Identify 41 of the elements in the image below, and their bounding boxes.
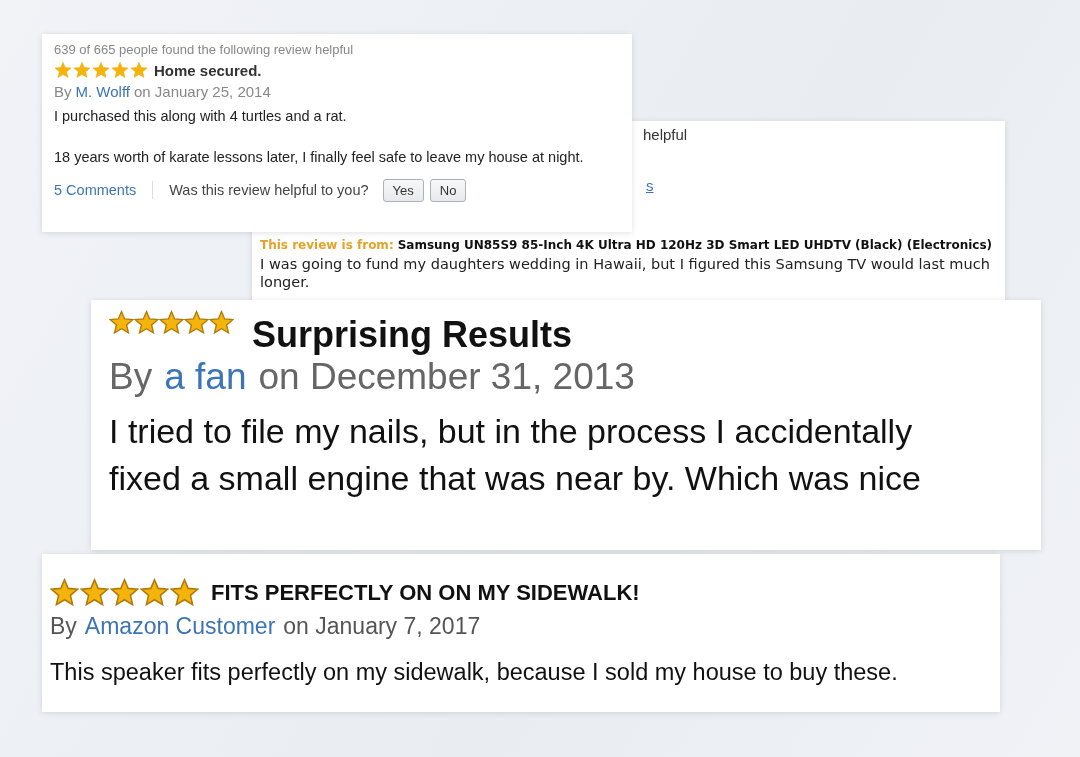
review-date: on January 25, 2014 xyxy=(134,83,271,100)
product-name: Samsung UN85S9 85-Inch 4K Ultra HD 120Hz 3D Smart LED UHDTV (Black) (Electronics) xyxy=(397,238,993,252)
review-title: Home secured. xyxy=(154,61,262,79)
star-icon xyxy=(109,310,134,335)
star-icon xyxy=(80,578,109,607)
star-icon xyxy=(159,310,184,335)
star-icon xyxy=(110,578,139,607)
star-icon xyxy=(184,310,209,335)
review-date: on December 31, 2013 xyxy=(258,356,635,398)
review-text: I tried to file my nails, but in the process I accidentally fixed a small engine that was near by. Which was nice xyxy=(109,411,922,499)
star-icon xyxy=(209,310,234,335)
by-label: By xyxy=(109,356,153,398)
star-icon xyxy=(134,310,159,335)
review-text: I purchased this along with 4 turtles and a rat. xyxy=(54,108,348,126)
author-link[interactable]: M. Wolff xyxy=(75,83,130,100)
star-icon xyxy=(111,61,129,79)
star-icon xyxy=(92,61,110,79)
by-label: By xyxy=(50,613,77,640)
author-link[interactable]: Amazon Customer xyxy=(84,613,276,640)
star-icon xyxy=(170,578,199,607)
review-title: FITS PERFECTLY ON ON MY SIDEWALK! xyxy=(211,579,640,606)
author-link[interactable]: a fan xyxy=(164,356,247,398)
review-text: I was going to fund my daughters wedding in Hawaii, but I figured this Samsung TV would last much longer. xyxy=(260,255,991,292)
review-title: Surprising Results xyxy=(252,314,573,356)
review-text: This speaker fits perfectly on my sidewalk, because I sold my house to buy these. xyxy=(50,658,899,687)
link-fragment[interactable]: s xyxy=(646,177,654,194)
source-label: This review is from: xyxy=(260,238,394,252)
star-icon xyxy=(140,578,169,607)
star-icon xyxy=(54,61,72,79)
review-text: 18 years worth of karate lessons later, I finally feel safe to leave my house at night. xyxy=(54,149,585,167)
by-label: By xyxy=(54,83,72,100)
comments-link[interactable]: 5 Comments xyxy=(54,182,137,199)
helpful-question: Was this review helpful to you? xyxy=(169,182,369,199)
helpful-fragment: helpful xyxy=(643,126,688,143)
vote-button[interactable]: No xyxy=(429,178,467,202)
vote-button[interactable]: Yes xyxy=(382,178,424,202)
helpful-count: 639 of 665 people found the following review helpful xyxy=(54,42,354,57)
star-icon xyxy=(73,61,91,79)
review-date: on January 7, 2017 xyxy=(283,613,481,640)
star-icon xyxy=(50,578,79,607)
star-icon xyxy=(130,61,148,79)
